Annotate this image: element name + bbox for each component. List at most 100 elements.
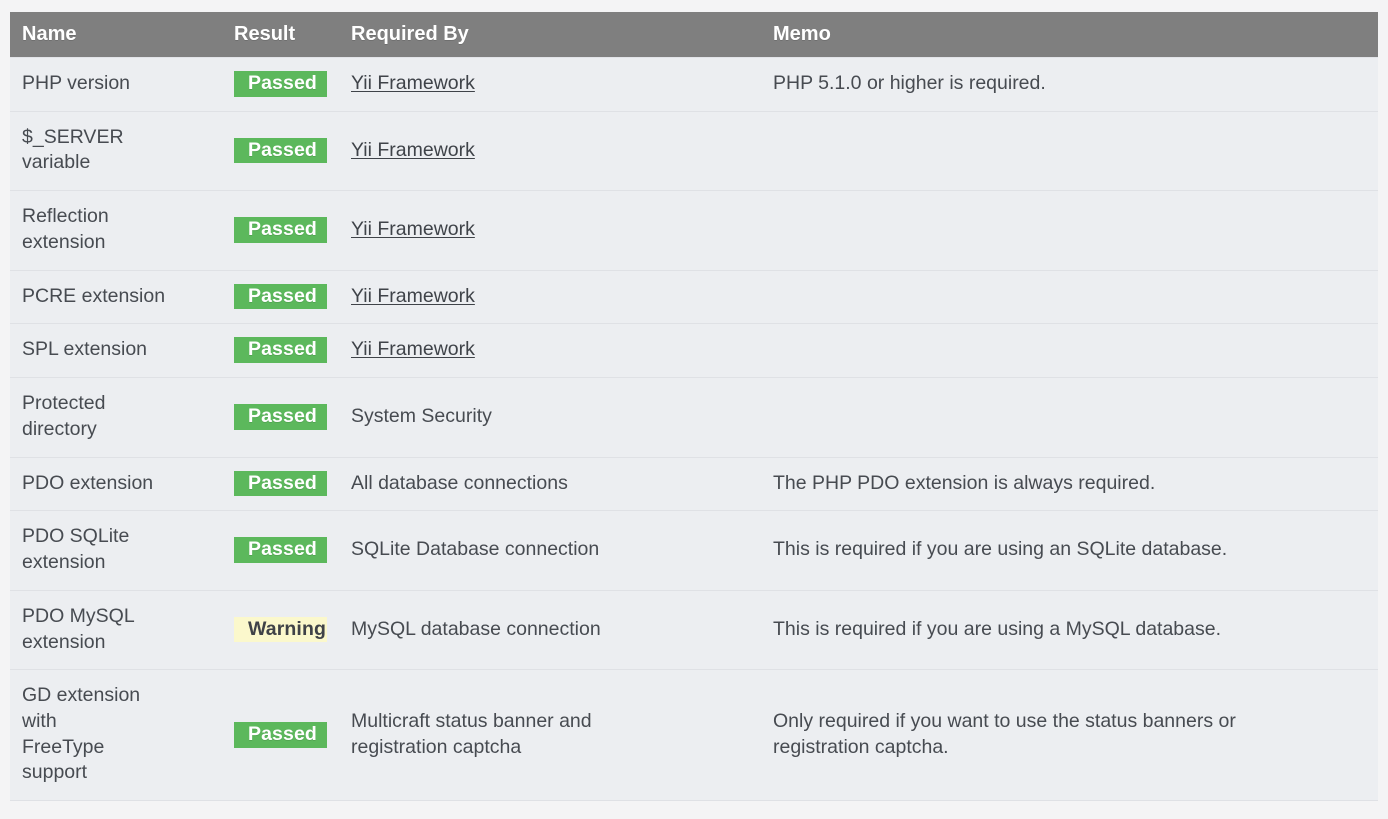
name-text: support xyxy=(22,761,88,784)
table-row: Protected directory Passed System Security xyxy=(10,377,1378,458)
cell-memo: Only required if you want to use the sta… xyxy=(761,669,1378,801)
cell-memo xyxy=(761,269,1378,324)
name-text: extension xyxy=(22,630,106,653)
cell-result: Passed xyxy=(222,323,339,378)
status-badge-passed: Passed xyxy=(234,721,327,748)
memo-text: This is required if you are using an SQL… xyxy=(773,538,1228,561)
name-text: Protected xyxy=(22,392,106,415)
name-text: with xyxy=(22,710,57,733)
table-row: PDO MySQL extension Warning MySQL database … xyxy=(10,589,1378,670)
cell-required-by: Yii Framework xyxy=(339,110,761,191)
cell-name: GD extension with FreeType support xyxy=(10,669,222,801)
name-text: $_SERVER xyxy=(22,125,124,148)
column-header-name: Name xyxy=(10,12,222,58)
cell-name: PCRE extension xyxy=(10,269,222,324)
name-text: SPL extension xyxy=(22,338,148,361)
required-by-link[interactable]: Yii Framework xyxy=(351,139,475,161)
memo-text: The PHP PDO extension is always required… xyxy=(773,471,1156,494)
table-header: Name Result Required By Memo xyxy=(10,12,1378,58)
name-text: FreeType xyxy=(22,735,105,758)
cell-result: Passed xyxy=(222,669,339,801)
table-row: GD extension with FreeType support Passed Mul… xyxy=(10,669,1378,801)
name-text: extension xyxy=(22,551,106,574)
memo-text: Only required if you want to use the sta… xyxy=(773,710,1236,733)
cell-result: Passed xyxy=(222,269,339,324)
table-row: PDO SQLite extension Passed SQLite Database… xyxy=(10,510,1378,591)
cell-required-by: Yii Framework xyxy=(339,190,761,271)
memo-text: PHP 5.1.0 or higher is required. xyxy=(773,72,1046,94)
required-by-text: MySQL database connection xyxy=(351,617,601,640)
cell-memo: The PHP PDO extension is always required… xyxy=(761,456,1378,511)
cell-required-by: SQLite Database connection xyxy=(339,510,761,591)
name-text: PCRE extension xyxy=(22,284,166,307)
cell-name: $_SERVER variable xyxy=(10,110,222,191)
name-text: variable xyxy=(22,151,91,174)
name-text: PHP version xyxy=(22,72,131,94)
status-badge-passed: Passed xyxy=(234,537,327,563)
table-row: PCRE extension Passed Yii Framework xyxy=(10,269,1378,324)
cell-result: Passed xyxy=(222,190,339,271)
table-body: PHP version Passed Yii Framework PHP 5.1.0 … xyxy=(10,57,1378,801)
cell-name: Protected directory xyxy=(10,377,222,458)
memo-text: registration captcha. xyxy=(773,735,949,758)
cell-name: SPL extension xyxy=(10,323,222,378)
required-by-link[interactable]: Yii Framework xyxy=(351,72,475,94)
cell-name: PDO MySQL extension xyxy=(10,589,222,670)
required-by-text: All database connections xyxy=(351,471,568,494)
required-by-text: Multicraft status banner and xyxy=(351,710,592,733)
cell-required-by: MySQL database connection xyxy=(339,589,761,670)
cell-memo xyxy=(761,377,1378,458)
cell-name: PDO SQLite extension xyxy=(10,510,222,591)
column-header-memo: Memo xyxy=(761,12,1378,58)
required-by-link[interactable]: Yii Framework xyxy=(351,285,475,307)
table-row: Reflection extension Passed Yii Framework xyxy=(10,190,1378,271)
column-header-result: Result xyxy=(222,12,339,58)
name-text: PDO MySQL xyxy=(22,604,135,627)
cell-result: Passed xyxy=(222,57,339,112)
status-badge-passed: Passed xyxy=(234,337,327,364)
cell-result: Passed xyxy=(222,510,339,591)
cell-required-by: Multicraft status banner and registration… xyxy=(339,669,761,801)
memo-text: This is required if you are using a MySQ… xyxy=(773,617,1222,640)
cell-result: Passed xyxy=(222,110,339,191)
cell-memo: This is required if you are using a MySQ… xyxy=(761,589,1378,670)
cell-required-by: Yii Framework xyxy=(339,57,761,112)
status-badge-warning: Warning xyxy=(234,616,327,643)
status-badge-passed: Passed xyxy=(234,137,327,164)
name-text: extension xyxy=(22,230,106,253)
status-badge-passed: Passed xyxy=(234,470,327,497)
name-text: Reflection xyxy=(22,205,109,228)
table-header-row: Name Result Required By Memo xyxy=(10,12,1378,58)
cell-required-by: System Security xyxy=(339,377,761,458)
table-row: PHP version Passed Yii Framework PHP 5.1.0 … xyxy=(10,57,1378,112)
status-badge-passed: Passed xyxy=(234,217,327,243)
status-badge-passed: Passed xyxy=(234,404,327,430)
cell-memo xyxy=(761,323,1378,378)
cell-required-by: Yii Framework xyxy=(339,323,761,378)
status-badge-passed: Passed xyxy=(234,71,327,97)
name-text: GD extension xyxy=(22,684,141,707)
cell-result: Warning xyxy=(222,589,339,670)
cell-result: Passed xyxy=(222,377,339,458)
name-text: directory xyxy=(22,417,97,440)
cell-name: PHP version xyxy=(10,57,222,112)
cell-memo xyxy=(761,110,1378,191)
table-row: PDO extension Passed All database connecti… xyxy=(10,456,1378,511)
cell-memo: This is required if you are using an SQL… xyxy=(761,510,1378,591)
requirements-checker-page: Name Result Required By Memo PHP version… xyxy=(0,0,1388,819)
table-row: $_SERVER variable Passed Yii Framework xyxy=(10,110,1378,191)
cell-name: PDO extension xyxy=(10,456,222,511)
cell-result: Passed xyxy=(222,456,339,511)
name-text: PDO SQLite xyxy=(22,525,130,548)
table-row: SPL extension Passed Yii Framework xyxy=(10,323,1378,378)
cell-required-by: Yii Framework xyxy=(339,269,761,324)
column-header-required-by: Required By xyxy=(339,12,761,58)
name-text: PDO extension xyxy=(22,471,154,494)
page-footer-space xyxy=(10,801,1378,819)
requirements-table: Name Result Required By Memo PHP version… xyxy=(10,12,1378,801)
required-by-link[interactable]: Yii Framework xyxy=(351,338,475,360)
required-by-text: registration captcha xyxy=(351,735,522,758)
required-by-text: SQLite Database connection xyxy=(351,538,600,561)
required-by-link[interactable]: Yii Framework xyxy=(351,218,475,240)
required-by-text: System Security xyxy=(351,405,492,427)
